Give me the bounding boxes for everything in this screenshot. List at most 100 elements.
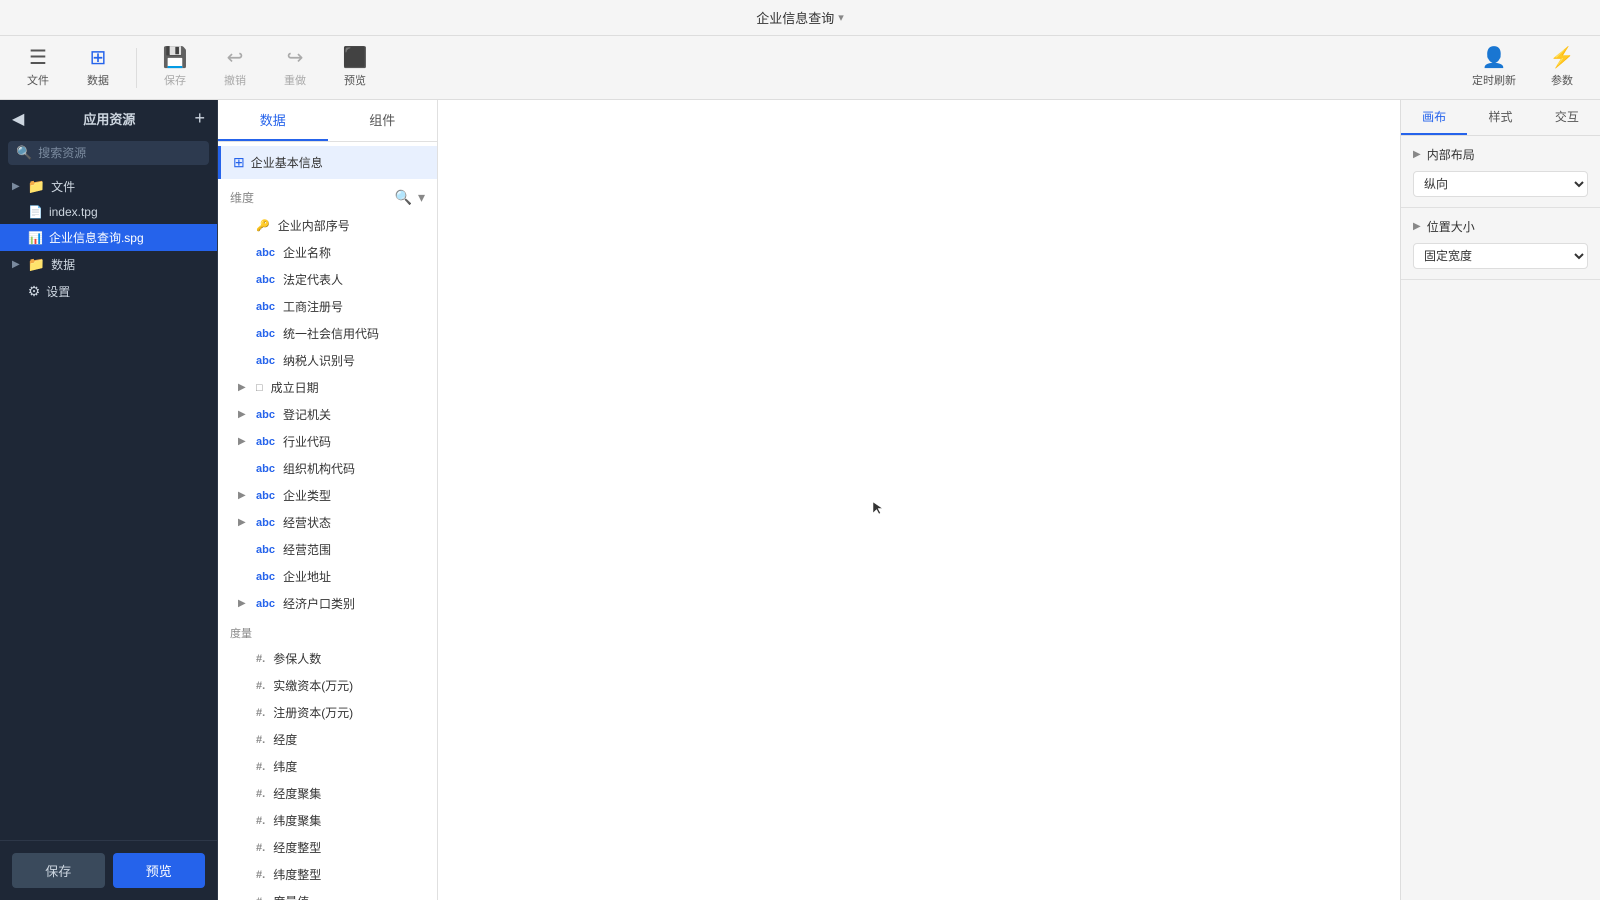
type-abc-icon: abc [256, 301, 275, 313]
dimension-item[interactable]: ▶□成立日期 [218, 374, 437, 401]
dimension-item[interactable]: ▶abc经济户口类别 [218, 590, 437, 617]
type-key-icon: 🔑 [256, 219, 270, 232]
file-label: 文件 [27, 72, 49, 88]
type-abc-icon: abc [256, 598, 275, 610]
type-abc-icon: abc [256, 571, 275, 583]
sidebar: ◀ 应用资源 + 🔍 ▶ 📁 文件 📄 index.tpg 📊 企业信息查 [0, 100, 218, 900]
field-label: 统一社会信用代码 [283, 325, 379, 342]
measure-item[interactable]: #.经度聚集 [218, 780, 437, 807]
toolbar-schedule-btn[interactable]: 👤 定时刷新 [1460, 44, 1528, 92]
measure-item[interactable]: #.纬度整型 [218, 861, 437, 888]
right-section-layout: ▶ 内部布局 纵向 横向 [1401, 136, 1600, 208]
data-source-item[interactable]: ⊞ 企业基本信息 [218, 146, 437, 179]
dimension-item[interactable]: ▶abc企业类型 [218, 482, 437, 509]
field-list: 🔑企业内部序号 abc企业名称 abc法定代表人 abc工商注册号 abc统一社… [218, 212, 437, 900]
sidebar-item-data[interactable]: ▶ 📁 数据 [0, 251, 217, 278]
dimension-more-icon[interactable]: ▾ [418, 189, 425, 206]
cursor-icon [871, 500, 887, 516]
layout-select[interactable]: 纵向 横向 [1413, 171, 1588, 197]
layout-expand-icon[interactable]: ▶ [1413, 149, 1421, 160]
title-chevron[interactable]: ▾ [838, 11, 844, 24]
sidebar-save-btn[interactable]: 保存 [12, 853, 105, 888]
canvas-area[interactable] [438, 100, 1400, 900]
db-icon: ⊞ [233, 154, 245, 171]
toolbar-data-btn[interactable]: ⊞ 数据 [72, 44, 124, 92]
right-tab-canvas[interactable]: 画布 [1401, 100, 1467, 135]
dimension-item[interactable]: abc企业名称 [218, 239, 437, 266]
toolbar-params-btn[interactable]: ⚡ 参数 [1536, 44, 1588, 92]
type-abc-icon: abc [256, 409, 275, 421]
data-icon: ⊞ [90, 48, 107, 68]
toolbar-right: 👤 定时刷新 ⚡ 参数 [1460, 44, 1588, 92]
dimension-label: 维度 [230, 189, 254, 206]
tpg-file-icon: 📄 [28, 205, 43, 219]
measure-item[interactable]: #.纬度聚集 [218, 807, 437, 834]
field-label: 经营范围 [283, 541, 331, 558]
sidebar-back-icon[interactable]: ◀ [12, 109, 24, 129]
sidebar-add-icon[interactable]: + [194, 108, 205, 129]
sidebar-tree: ▶ 📁 文件 📄 index.tpg 📊 企业信息查询.spg ▶ 📁 数据 [0, 169, 217, 840]
chevron-down-icon: ▶ [12, 181, 20, 192]
sidebar-item-files[interactable]: ▶ 📁 文件 [0, 173, 217, 200]
dimension-item[interactable]: abc组织机构代码 [218, 455, 437, 482]
measure-item[interactable]: #.纬度 [218, 753, 437, 780]
toolbar-preview-btn[interactable]: ⬛ 预览 [329, 44, 381, 92]
dimension-icons: 🔍 ▾ [395, 189, 425, 206]
dimension-item[interactable]: ▶abc经营状态 [218, 509, 437, 536]
tab-component[interactable]: 组件 [328, 100, 438, 141]
field-label: 经度整型 [273, 839, 321, 856]
dimension-item[interactable]: abc 工商注册号 [218, 293, 437, 320]
dimension-item[interactable]: 🔑 企业内部序号 [218, 212, 437, 239]
sidebar-item-index[interactable]: 📄 index.tpg [0, 200, 217, 224]
right-tab-style[interactable]: 样式 [1467, 100, 1533, 135]
dimension-item[interactable]: abc法定代表人 [218, 266, 437, 293]
measure-item[interactable]: #.实缴资本(万元) [218, 672, 437, 699]
params-icon: ⚡ [1550, 48, 1575, 68]
type-hash-icon: #. [256, 707, 265, 719]
measure-item[interactable]: #.经度 [218, 726, 437, 753]
data-label: 数据 [87, 72, 109, 88]
right-tab-interact[interactable]: 交互 [1534, 100, 1600, 135]
schedule-label: 定时刷新 [1472, 72, 1516, 88]
field-label: 企业内部序号 [278, 217, 350, 234]
toolbar-redo-btn[interactable]: ↪ 重做 [269, 44, 321, 92]
measure-item[interactable]: #.度量值 [218, 888, 437, 900]
field-label: 纬度 [273, 758, 297, 775]
measure-item[interactable]: #.经度整型 [218, 834, 437, 861]
params-label: 参数 [1551, 72, 1573, 88]
preview-label: 预览 [344, 72, 366, 88]
position-select[interactable]: 固定宽度 自适应宽度 [1413, 243, 1588, 269]
dimension-item[interactable]: ▶abc行业代码 [218, 428, 437, 455]
tab-data[interactable]: 数据 [218, 100, 328, 141]
dimension-item[interactable]: abc 企业地址 [218, 563, 437, 590]
toolbar: ☰ 文件 ⊞ 数据 💾 保存 ↩ 撤销 ↪ 重做 ⬛ 预览 👤 定时刷新 ⚡ 参… [0, 36, 1600, 100]
field-label: 工商注册号 [283, 298, 343, 315]
toolbar-undo-btn[interactable]: ↩ 撤销 [209, 44, 261, 92]
measure-group-label: 度量 [218, 617, 437, 645]
measure-item[interactable]: #.注册资本(万元) [218, 699, 437, 726]
canvas-inner [438, 100, 1400, 900]
middle-panel: 数据 组件 ⊞ 企业基本信息 维度 🔍 ▾ 🔑 企业内部序号 abc企业名称 ab… [218, 100, 438, 900]
search-dimension-icon[interactable]: 🔍 [395, 189, 412, 206]
type-hash-icon: #. [256, 734, 265, 746]
dimension-item[interactable]: abc纳税人识别号 [218, 347, 437, 374]
field-label: 企业地址 [283, 568, 331, 585]
type-abc-icon: abc [256, 463, 275, 475]
type-abc-icon: abc [256, 355, 275, 367]
position-expand-icon[interactable]: ▶ [1413, 221, 1421, 232]
sidebar-item-settings[interactable]: ▶ ⚙ 设置 [0, 278, 217, 305]
measure-item[interactable]: #.参保人数 [218, 645, 437, 672]
preview-icon: ⬛ [343, 48, 368, 68]
toolbar-save-btn[interactable]: 💾 保存 [149, 44, 201, 92]
sidebar-item-spg[interactable]: 📊 企业信息查询.spg [0, 224, 217, 251]
sidebar-search-box[interactable]: 🔍 [8, 141, 209, 165]
sidebar-preview-btn[interactable]: 预览 [113, 853, 206, 888]
dimension-item[interactable]: ▶abc登记机关 [218, 401, 437, 428]
expand-icon: ▶ [238, 409, 248, 420]
search-input[interactable] [38, 146, 201, 160]
dimension-item[interactable]: abc经营范围 [218, 536, 437, 563]
chevron-right-icon: ▶ [12, 259, 20, 270]
toolbar-file-btn[interactable]: ☰ 文件 [12, 44, 64, 92]
dimension-item[interactable]: abc统一社会信用代码 [218, 320, 437, 347]
type-date-icon: □ [256, 382, 263, 394]
